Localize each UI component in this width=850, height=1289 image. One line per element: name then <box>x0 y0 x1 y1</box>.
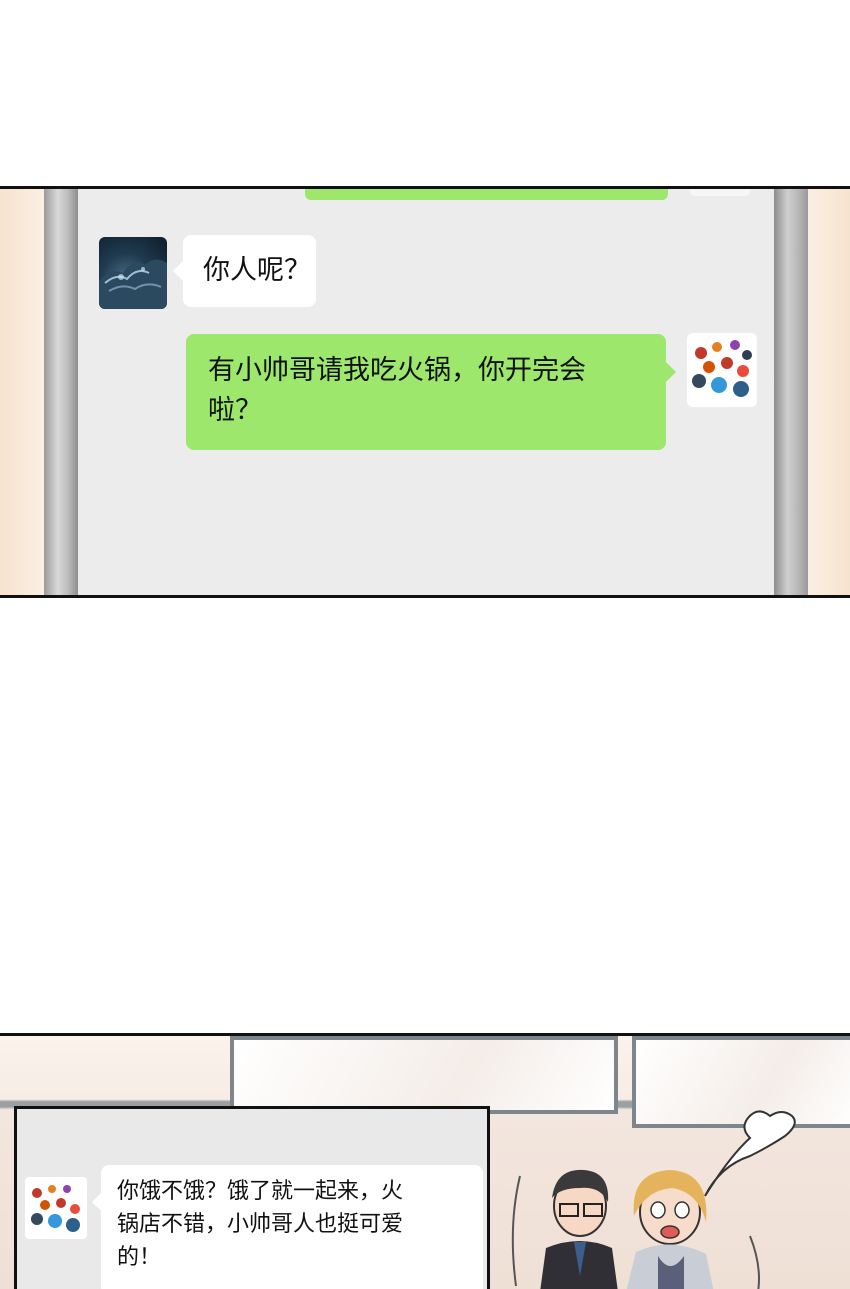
previous-message-bubble <box>305 189 668 200</box>
message-line: 你饿不饿？饿了就一起来，火 <box>117 1179 404 1204</box>
chat-panel: 你人呢？ 有小帅哥请我吃火锅，你开完会 啦？ <box>0 186 850 598</box>
message-line: 有小帅哥请我吃火锅，你开完会 <box>208 355 586 386</box>
previous-avatar <box>690 189 750 196</box>
marbles-avatar[interactable] <box>687 333 757 407</box>
phone-message-box: 你饿不饿？饿了就一起来，火 锅店不错，小帅哥人也挺可爱 的！ <box>14 1106 490 1289</box>
chat-message-sent[interactable]: 有小帅哥请我吃火锅，你开完会 啦？ <box>186 334 676 450</box>
characters-illustration <box>500 1076 850 1289</box>
marbles-avatar[interactable] <box>25 1177 87 1239</box>
office-panel: 你饿不饿？饿了就一起来，火 锅店不错，小帅哥人也挺可爱 的！ <box>0 1033 850 1289</box>
message-text: 你人呢？ <box>203 255 311 286</box>
phone-frame-left <box>44 189 78 595</box>
phone-frame-right <box>774 189 808 595</box>
message-line: 的！ <box>117 1245 162 1270</box>
message-line: 锅店不错，小帅哥人也挺可爱 <box>117 1212 404 1237</box>
ocean-wave-avatar[interactable] <box>99 237 167 309</box>
chat-message-received[interactable]: 你饿不饿？饿了就一起来，火 锅店不错，小帅哥人也挺可爱 的！ <box>92 1165 483 1289</box>
message-line: 啦？ <box>208 395 262 426</box>
puff-cloud-icon <box>704 1110 796 1197</box>
chat-message-received[interactable]: 你人呢？ <box>173 235 316 307</box>
